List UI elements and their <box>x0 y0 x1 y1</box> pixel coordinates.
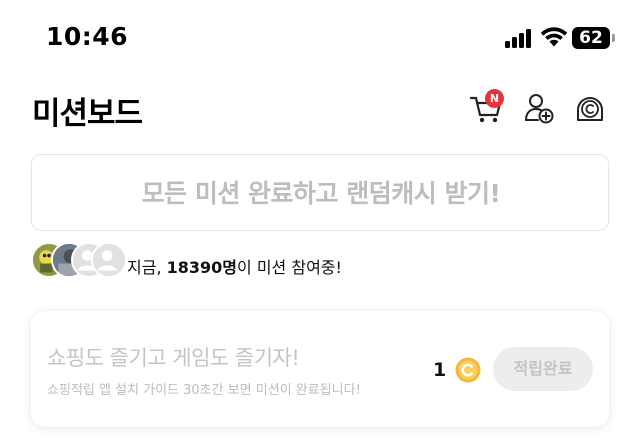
participants-count-text: 지금, 18390명이 미션 참여중! <box>127 254 342 278</box>
status-bar: 10:46 62 <box>0 0 640 70</box>
page-title: 미션보드 <box>32 96 143 132</box>
participants-prefix: 지금, <box>127 258 167 277</box>
participants-count: 18390명 <box>166 258 238 277</box>
coin-icon <box>455 357 481 383</box>
cellular-signal-icon <box>505 28 535 48</box>
mission-description: 쇼핑적립 앱 설치 가이드 30초간 보면 미션이 완료됩니다! <box>47 383 361 398</box>
add-user-icon[interactable] <box>524 92 554 124</box>
participants-suffix: 이 미션 참여중! <box>237 258 342 277</box>
mission-card[interactable]: 쇼핑도 즐기고 게임도 즐기자! 쇼핑적립 앱 설치 가이드 30초간 보면 미… <box>31 311 609 427</box>
mission-title: 쇼핑도 즐기고 게임도 즐기자! <box>47 346 300 370</box>
participant-avatars <box>31 242 131 278</box>
wifi-icon <box>540 27 568 47</box>
reward-amount: 1 <box>433 359 447 381</box>
battery-level: 62 <box>579 28 603 48</box>
mission-complete-banner[interactable]: 모든 미션 완료하고 랜덤캐시 받기! <box>31 154 609 231</box>
new-badge: N <box>485 89 504 108</box>
complete-button[interactable]: 적립완료 <box>493 347 593 391</box>
avatar <box>91 242 127 278</box>
banner-text: 모든 미션 완료하고 랜덤캐시 받기! <box>141 179 501 208</box>
battery-indicator: 62 <box>572 27 616 49</box>
coin-history-icon[interactable] <box>572 94 608 124</box>
status-time: 10:46 <box>46 22 129 51</box>
